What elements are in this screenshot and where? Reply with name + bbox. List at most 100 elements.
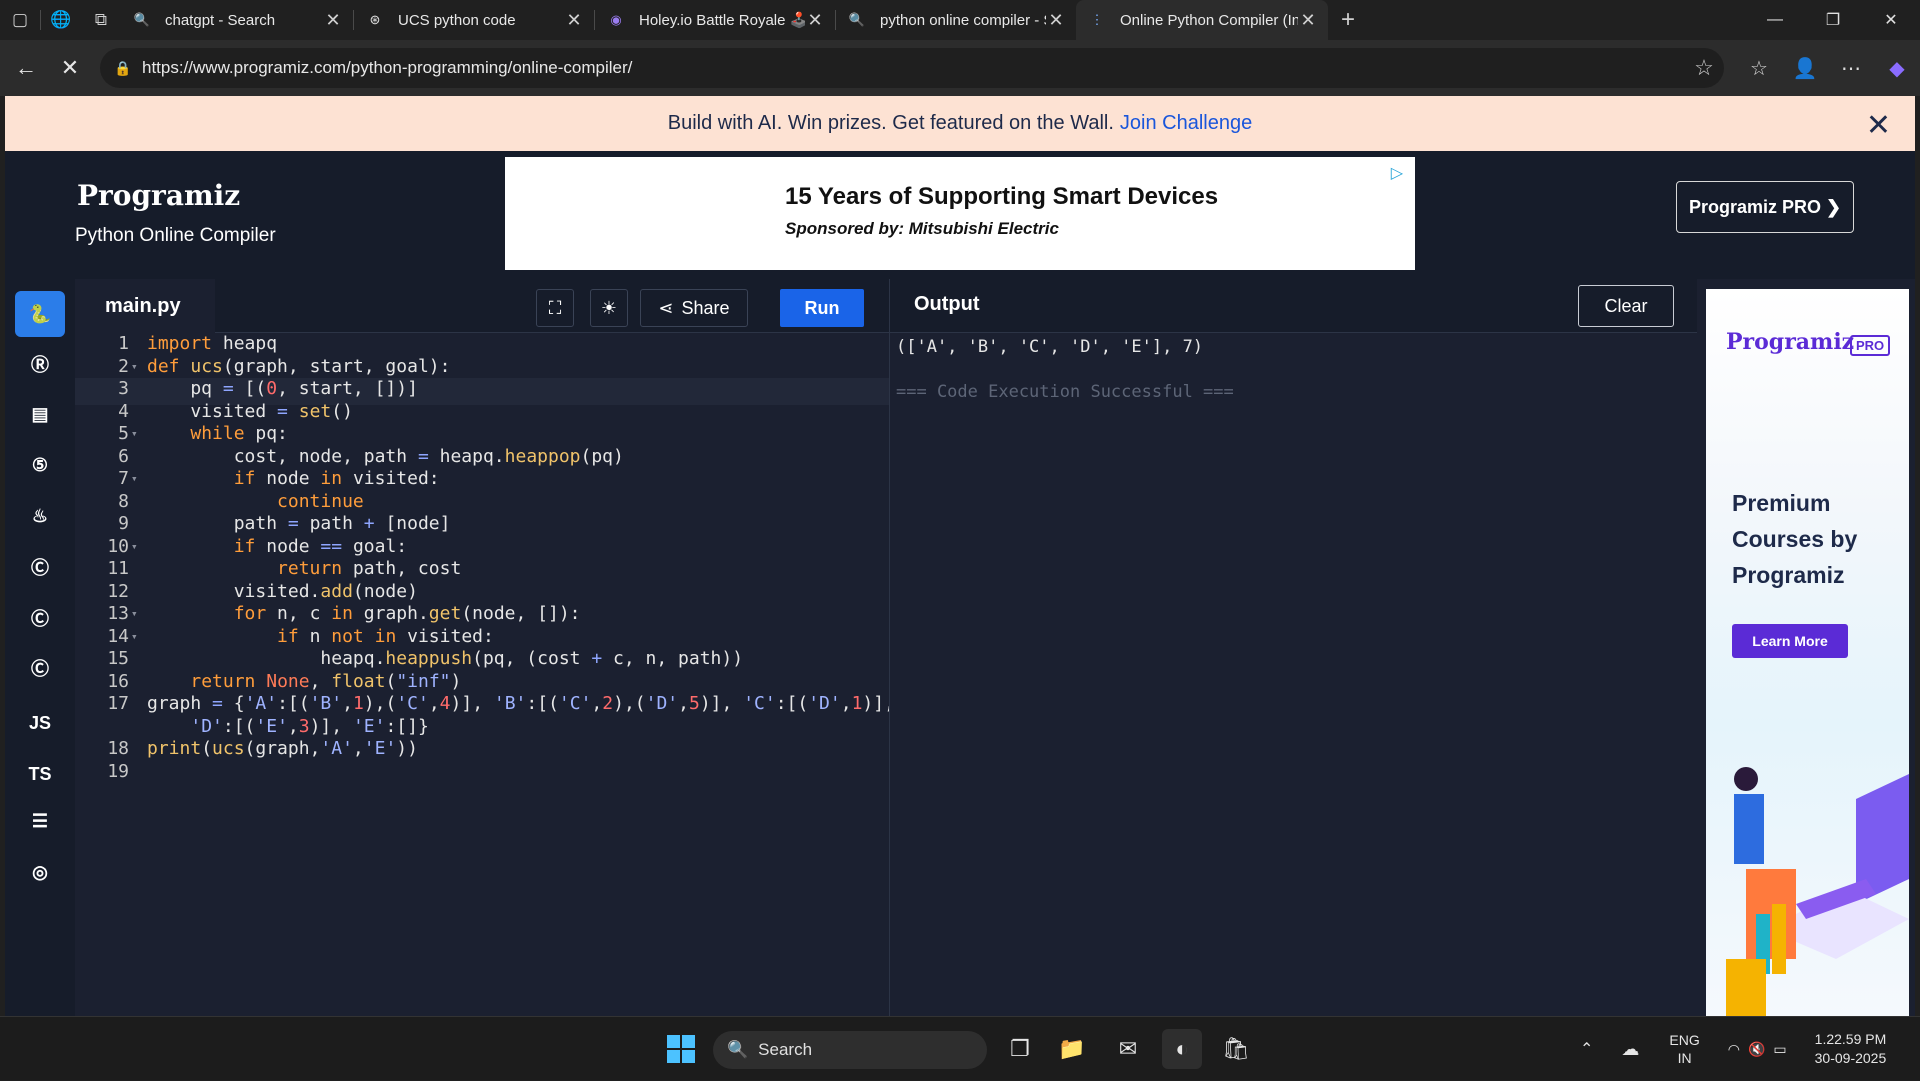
clear-button[interactable]: Clear: [1578, 285, 1674, 327]
learn-more-button[interactable]: Learn More: [1732, 624, 1848, 658]
copilot-icon[interactable]: ◆: [1874, 56, 1920, 81]
editor-toolbar: main.py ⛶ ☀ ⋖ Share Run: [75, 279, 895, 333]
programiz-logo[interactable]: Programiz: [77, 179, 240, 212]
taskbar-search[interactable]: 🔍 Search: [713, 1031, 987, 1069]
search-icon: 🔍: [848, 12, 866, 27]
fold-arrow-icon[interactable]: ▾: [131, 630, 138, 643]
go-icon[interactable]: ☰: [15, 798, 65, 844]
globe-icon[interactable]: 🌐: [41, 0, 81, 40]
close-icon[interactable]: ✕: [805, 10, 825, 31]
cpp-icon[interactable]: Ⓒ: [15, 595, 65, 641]
close-icon[interactable]: ✕: [564, 10, 584, 31]
fold-arrow-icon[interactable]: ▾: [131, 360, 138, 373]
clock[interactable]: 1.22.59 PM 30-09-2025: [1815, 1030, 1887, 1068]
file-explorer-icon[interactable]: 📁: [1052, 1029, 1092, 1069]
tab-online-python-compiler[interactable]: ⋮ Online Python Compiler (Interpre ✕: [1076, 0, 1328, 40]
ad-title: 15 Years of Supporting Smart Devices: [785, 183, 1219, 210]
output-panel[interactable]: (['A', 'B', 'C', 'D', 'E'], 7) === Code …: [889, 333, 1697, 1016]
fold-arrow-icon[interactable]: ▾: [131, 607, 138, 620]
battery-icon[interactable]: ▭: [1773, 1041, 1786, 1058]
javascript-label[interactable]: JS: [15, 700, 65, 746]
wifi-icon[interactable]: ◠: [1728, 1041, 1740, 1058]
search-label: Search: [758, 1040, 813, 1059]
r-icon[interactable]: Ⓡ: [15, 341, 65, 387]
line-number: 6: [118, 445, 129, 467]
csharp-icon[interactable]: Ⓒ: [15, 645, 65, 691]
fold-arrow-icon[interactable]: ▾: [131, 427, 138, 440]
url-text[interactable]: https://www.programiz.com/python-program…: [142, 58, 1684, 78]
ad-banner[interactable]: 15 Years of Supporting Smart Devices Spo…: [505, 157, 1415, 270]
favorite-star-icon[interactable]: ☆: [1684, 55, 1724, 81]
fullscreen-icon[interactable]: ⛶: [536, 289, 574, 327]
fold-arrow-icon[interactable]: ▾: [131, 540, 138, 553]
tab-holey-io[interactable]: ◉ Holey.io Battle Royale 🕹️ Play or ✕: [595, 0, 835, 40]
favorites-icon[interactable]: ☆: [1736, 56, 1782, 81]
side-ad-text: Premium Courses by Programiz: [1732, 490, 1858, 588]
swift-icon[interactable]: ◎: [15, 849, 65, 895]
volume-muted-icon[interactable]: 🔇: [1748, 1041, 1765, 1058]
chevron-up-icon[interactable]: ⌃: [1580, 1039, 1593, 1059]
minimize-icon[interactable]: —: [1746, 0, 1804, 40]
java-icon[interactable]: ♨: [15, 493, 65, 539]
windows-start-icon[interactable]: [661, 1029, 701, 1069]
banner-close-icon[interactable]: ✕: [1866, 108, 1891, 143]
side-ad[interactable]: Programiz PRO Premium Courses by Program…: [1706, 289, 1909, 1016]
line-number: 13: [107, 603, 129, 624]
tab-ucs-python[interactable]: ⊛ UCS python code ✕: [354, 0, 594, 40]
edge-icon[interactable]: ◐: [1162, 1029, 1202, 1069]
code-editor[interactable]: 1 import heapq 2 ▾ def ucs(graph, start, goa…: [75, 333, 895, 1016]
run-button[interactable]: Run: [780, 289, 864, 327]
code-text: for n, c in graph.get(node, []):: [233, 603, 581, 624]
tab-python-compiler-search[interactable]: 🔍 python online compiler - Search ✕: [836, 0, 1076, 40]
code-text: while pq:: [190, 423, 288, 444]
theme-toggle-icon[interactable]: ☀: [590, 289, 628, 327]
browser-tab-bar: ▢ 🌐 ⧉ 🔍 chatgpt - Search ✕ ⊛ UCS python …: [0, 0, 1920, 40]
code-line[interactable]: 19: [75, 761, 889, 788]
tab-title: UCS python code: [398, 11, 516, 29]
window-close-icon[interactable]: ✕: [1862, 0, 1920, 40]
line-number: 9: [118, 513, 129, 534]
typescript-label[interactable]: TS: [15, 751, 65, 797]
share-button[interactable]: ⋖ Share: [640, 289, 748, 327]
c-icon[interactable]: Ⓒ: [15, 544, 65, 590]
workspaces-icon[interactable]: ▢: [0, 0, 40, 40]
address-bar[interactable]: 🔒 https://www.programiz.com/python-progr…: [100, 48, 1724, 88]
onedrive-icon[interactable]: ☁: [1621, 1039, 1639, 1060]
code-text: visited.add(node): [147, 580, 418, 602]
new-tab-icon[interactable]: +: [1328, 0, 1368, 40]
profile-avatar-icon[interactable]: 👤: [1782, 56, 1828, 81]
ad-sponsor: Sponsored by: Mitsubishi Electric: [785, 219, 1059, 238]
close-icon[interactable]: ✕: [1298, 10, 1318, 31]
line-number: 19: [107, 760, 129, 782]
tab-chatgpt-search[interactable]: 🔍 chatgpt - Search ✕: [121, 0, 353, 40]
join-challenge-link[interactable]: Join Challenge: [1120, 112, 1252, 135]
more-options-icon[interactable]: ⋯: [1828, 56, 1874, 81]
language-indicator[interactable]: ENG IN: [1669, 1031, 1699, 1067]
sql-icon[interactable]: ▤: [15, 391, 65, 437]
code-text: path = path + [node]: [147, 513, 451, 534]
adchoices-icon[interactable]: ▷: [1391, 163, 1403, 183]
lock-icon[interactable]: 🔒: [114, 60, 142, 77]
output-result: (['A', 'B', 'C', 'D', 'E'], 7): [896, 337, 1204, 357]
programiz-pro-button[interactable]: Programiz PRO ❯: [1676, 181, 1854, 233]
close-icon[interactable]: ✕: [323, 10, 343, 31]
outlook-icon[interactable]: ✉: [1108, 1029, 1148, 1069]
address-bar-row: ← ✕ 🔒 https://www.programiz.com/python-p…: [0, 40, 1920, 96]
fold-arrow-icon[interactable]: ▾: [131, 472, 138, 485]
line-number: 12: [107, 580, 129, 602]
file-tab-main-py[interactable]: main.py: [75, 279, 215, 333]
python-icon[interactable]: 🐍: [15, 291, 65, 337]
js-text: JS: [28, 712, 52, 733]
restore-icon[interactable]: ❐: [1804, 0, 1862, 40]
code-text: if n not in visited:: [277, 625, 494, 647]
line-number: 1: [118, 333, 129, 354]
code-text: def ucs(graph, start, goal):: [147, 355, 451, 377]
back-icon[interactable]: ←: [4, 46, 48, 90]
stop-loading-icon[interactable]: ✕: [48, 46, 92, 90]
html-icon[interactable]: ⑤: [15, 442, 65, 488]
store-icon[interactable]: 🛍: [1216, 1029, 1256, 1069]
ad-illustration: [1726, 767, 1909, 1016]
tab-actions-icon[interactable]: ⧉: [81, 0, 121, 40]
task-view-icon[interactable]: ❐: [1000, 1029, 1040, 1069]
close-icon[interactable]: ✕: [1046, 10, 1066, 31]
